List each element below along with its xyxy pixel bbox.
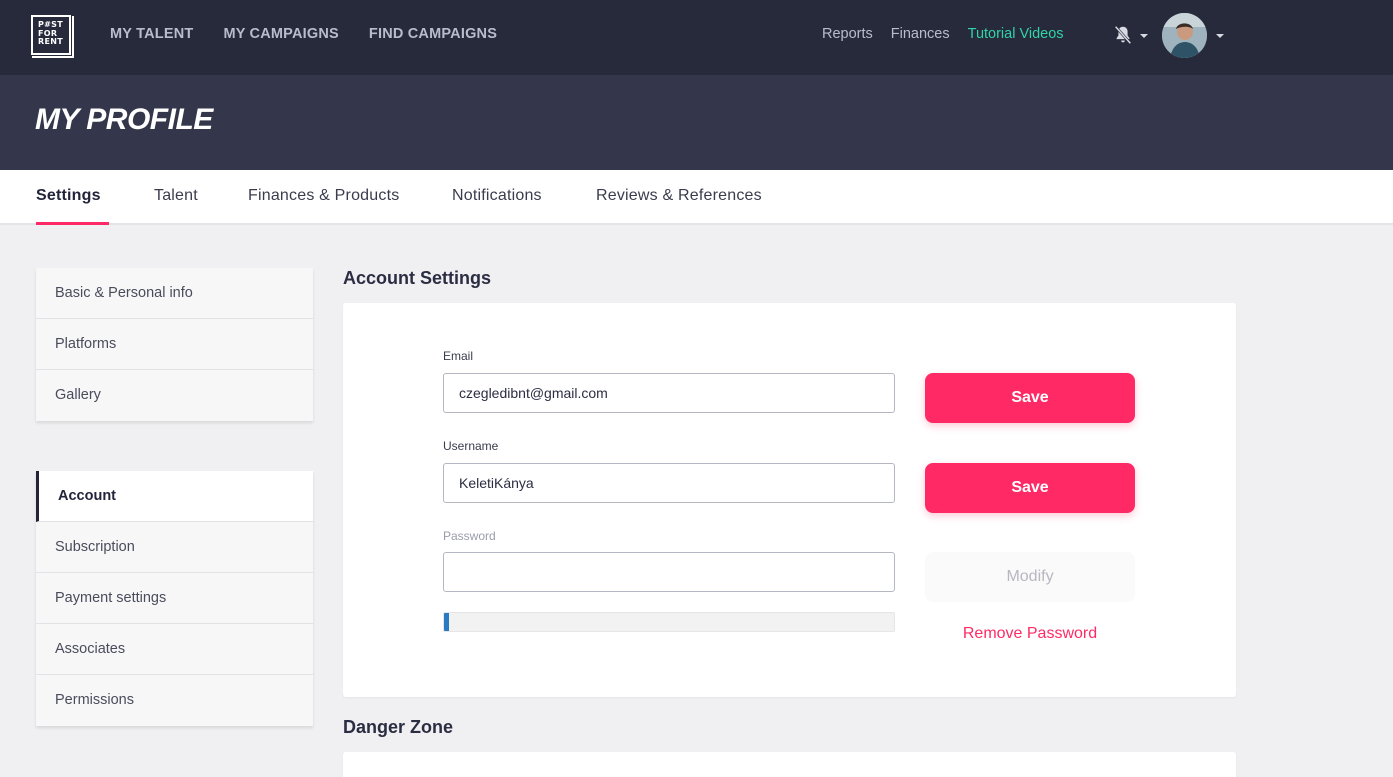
sidebar-item-payment-settings[interactable]: Payment settings: [36, 573, 313, 624]
email-field[interactable]: [443, 373, 895, 413]
nav-my-campaigns[interactable]: MY CAMPAIGNS: [223, 26, 338, 42]
password-field[interactable]: [443, 552, 895, 592]
profile-chevron-down-icon[interactable]: [1216, 34, 1224, 38]
sidebar-profile-menu: Basic & Personal info Platforms Gallery: [36, 268, 313, 421]
notifications-chevron-down-icon[interactable]: [1140, 34, 1148, 38]
save-username-button[interactable]: Save: [925, 463, 1135, 513]
sidebar-item-subscription[interactable]: Subscription: [36, 522, 313, 573]
nav-finances[interactable]: Finances: [891, 26, 950, 42]
nav-tutorial-videos[interactable]: Tutorial Videos: [968, 26, 1064, 42]
nav-my-talent[interactable]: MY TALENT: [110, 26, 193, 42]
avatar-image: [1162, 13, 1207, 58]
nav-reports[interactable]: Reports: [822, 26, 873, 42]
sidebar-account-menu: Account Subscription Payment settings As…: [36, 471, 313, 726]
sidebar-item-basic-personal-info[interactable]: Basic & Personal info: [36, 268, 313, 319]
tab-reviews-references[interactable]: Reviews & References: [596, 187, 762, 205]
account-settings-card: Email Save Username Save Password Modify…: [343, 303, 1236, 697]
email-label: Email: [443, 349, 474, 363]
tab-talent[interactable]: Talent: [154, 187, 198, 205]
logo-line-2: FOR: [38, 28, 58, 38]
bell-off-icon[interactable]: [1112, 24, 1134, 46]
sidebar-item-account[interactable]: Account: [36, 471, 313, 522]
logo-line-3: RENT: [38, 37, 63, 46]
save-email-button[interactable]: Save: [925, 373, 1135, 423]
account-settings-title: Account Settings: [343, 268, 492, 288]
tab-notifications[interactable]: Notifications: [452, 187, 542, 205]
sidebar-item-platforms[interactable]: Platforms: [36, 319, 313, 370]
nav-find-campaigns[interactable]: FIND CAMPAIGNS: [369, 26, 497, 42]
tab-settings[interactable]: Settings: [36, 187, 101, 205]
username-field[interactable]: [443, 463, 895, 503]
active-tab-indicator: [36, 222, 109, 225]
sidebar-item-permissions[interactable]: Permissions: [36, 675, 313, 726]
password-strength-meter: [443, 612, 895, 632]
modify-password-button[interactable]: Modify: [925, 552, 1135, 602]
avatar[interactable]: [1162, 13, 1207, 58]
page-title: MY PROFILE: [35, 103, 213, 136]
danger-zone-card: [343, 752, 1236, 777]
sidebar-item-gallery[interactable]: Gallery: [36, 370, 313, 421]
sidebar-item-associates[interactable]: Associates: [36, 624, 313, 675]
secondary-nav: Reports Finances Tutorial Videos: [822, 26, 1064, 42]
top-navbar: P#ST FOR RENT MY TALENT MY CAMPAIGNS FIN…: [0, 0, 1393, 75]
tab-finances-products[interactable]: Finances & Products: [248, 187, 399, 205]
password-strength-fill: [444, 613, 449, 631]
danger-zone-title: Danger Zone: [343, 717, 454, 737]
username-label: Username: [443, 439, 499, 453]
profile-tabs: Settings Talent Finances & Products Noti…: [0, 170, 1393, 225]
brand-logo[interactable]: P#ST FOR RENT: [31, 15, 74, 58]
page-header: MY PROFILE: [0, 75, 1393, 170]
logo-line-1: P#ST: [38, 20, 63, 29]
main-nav: MY TALENT MY CAMPAIGNS FIND CAMPAIGNS: [110, 26, 497, 42]
remove-password-link[interactable]: Remove Password: [925, 625, 1135, 643]
password-label: Password: [443, 529, 496, 543]
